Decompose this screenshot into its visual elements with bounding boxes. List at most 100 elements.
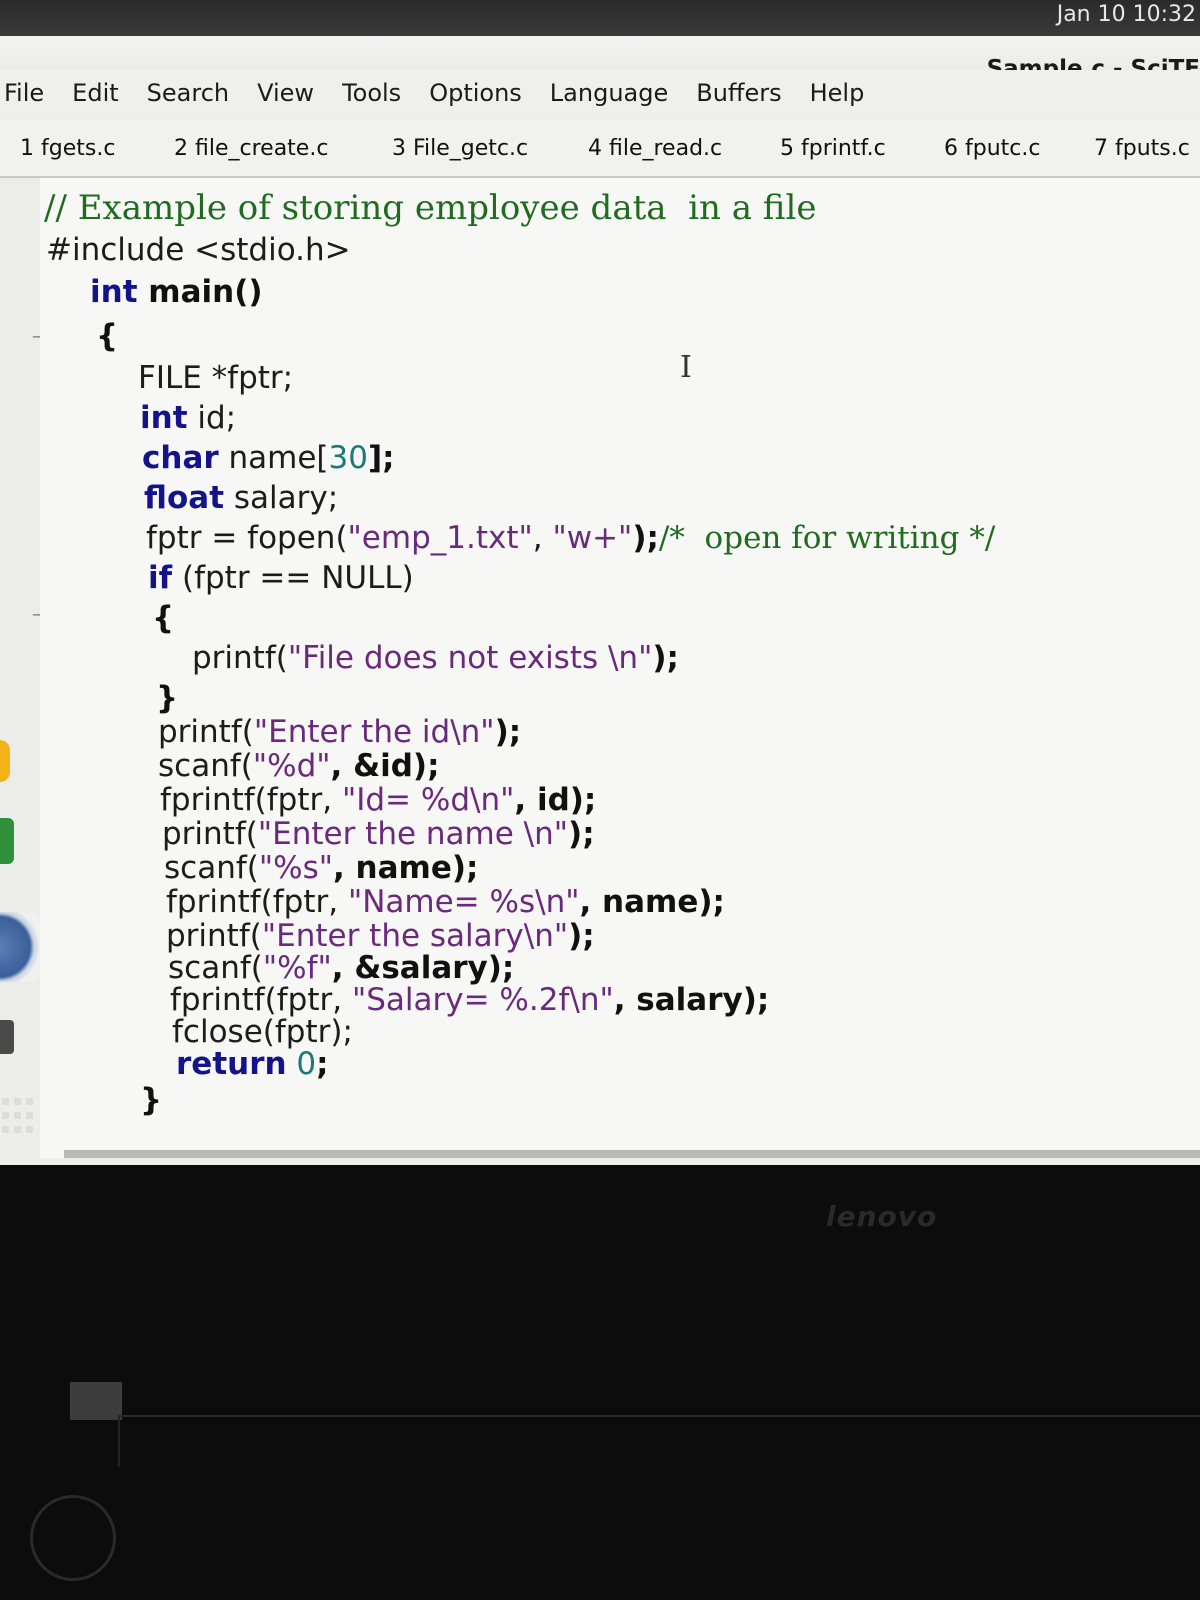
menu-language[interactable]: Language (538, 79, 680, 107)
code-text: , name); (579, 884, 725, 920)
menu-help[interactable]: Help (798, 79, 877, 107)
code-line-printf-name: printf("Enter the name \n"); (162, 816, 595, 852)
tab-fprintf[interactable]: 5 fprintf.c (780, 136, 944, 161)
code-text: , salary); (613, 982, 770, 1018)
menu-view[interactable]: View (245, 79, 326, 107)
trackpoint-ring (30, 1495, 116, 1581)
code-line-scanf-name: scanf("%s", name); (164, 850, 478, 886)
code-line-file-decl: FILE *fptr; (138, 360, 294, 396)
code-text: scanf( (168, 950, 263, 986)
system-top-bar: Jan 10 10:32 (0, 0, 1200, 36)
string-literal: "%s" (258, 850, 333, 886)
code-line-fprintf-salary: fprintf(fptr, "Salary= %.2f\n", salary); (170, 982, 769, 1018)
number-literal: 0 (286, 1046, 317, 1082)
string-literal: "File does not exists \n" (287, 640, 653, 676)
menu-file[interactable]: File (0, 79, 56, 107)
code-line-fclose: fclose(fptr); (172, 1014, 353, 1050)
code-line-main: int main() (90, 274, 263, 310)
menu-options[interactable]: Options (417, 79, 534, 107)
system-clock[interactable]: Jan 10 10:32 (1057, 2, 1196, 27)
keyword: if (148, 560, 173, 596)
keyword: return (176, 1046, 287, 1082)
number-literal: 30 (328, 440, 368, 476)
code-text: , (532, 520, 553, 556)
code-comment: /* open for writing */ (658, 520, 996, 556)
code-text: name[ (218, 440, 329, 476)
tab-file-create[interactable]: 2 file_create.c (174, 136, 392, 161)
code-line-include: #include <stdio.h> (46, 232, 351, 268)
code-line-fopen: fptr = fopen("emp_1.txt", "w+");/* open … (146, 520, 995, 556)
code-line-fprintf-id: fprintf(fptr, "Id= %d\n", id); (160, 782, 596, 818)
code-line-printf-error: printf("File does not exists \n"); (192, 640, 679, 676)
code-text: ); (652, 640, 679, 676)
keyword: char (142, 440, 219, 476)
code-line-brace: { (96, 318, 119, 354)
launcher-editor-icon[interactable] (0, 1020, 14, 1054)
code-line-scanf-id: scanf("%d", &id); (158, 748, 440, 784)
launcher-browser-icon[interactable] (0, 912, 40, 982)
code-text: salary; (224, 480, 339, 516)
launcher-app-icon[interactable] (0, 818, 14, 864)
string-literal: "emp_1.txt" (347, 520, 533, 556)
code-text: id; (187, 400, 237, 436)
code-text: fprintf(fptr, (166, 884, 348, 920)
code-text: printf( (166, 918, 262, 954)
code-text: scanf( (164, 850, 259, 886)
code-text: ]; (367, 440, 395, 476)
code-line-char-name: char name[30]; (142, 440, 395, 476)
code-line-scanf-salary: scanf("%f", &salary); (168, 950, 514, 986)
code-text: printf( (192, 640, 288, 676)
code-line-printf-salary: printf("Enter the salary\n"); (166, 918, 595, 954)
laptop-screen: Jan 10 10:32 Sample.c - SciTE File Edit … (0, 0, 1200, 1165)
code-line-float-salary: float salary; (144, 480, 338, 516)
code-text: fprintf(fptr, (170, 982, 352, 1018)
code-line-comment: // Example of storing employee data in a… (44, 188, 817, 228)
code-text: , &id); (330, 748, 440, 784)
code-text: ); (494, 714, 522, 750)
code-line-int-id: int id; (140, 400, 236, 436)
fold-marker[interactable]: – (32, 604, 41, 625)
code-text: fprintf(fptr, (160, 782, 342, 818)
horizontal-scrollbar[interactable] (64, 1150, 1200, 1158)
code-text: , &salary); (331, 950, 515, 986)
string-literal: "%d" (252, 748, 331, 784)
menu-edit[interactable]: Edit (60, 79, 130, 107)
keyword: float (144, 480, 225, 516)
code-text: ); (568, 816, 595, 852)
code-text: ); (632, 520, 659, 556)
keyword: int (140, 400, 188, 436)
code-text: ); (568, 918, 595, 954)
menu-search[interactable]: Search (135, 79, 241, 107)
launcher-files-icon[interactable] (0, 740, 10, 782)
tab-fputs[interactable]: 7 fputs.c (1094, 136, 1190, 161)
code-text: printf( (158, 714, 254, 750)
string-literal: "%f" (262, 950, 332, 986)
keyboard-key (70, 1382, 122, 1420)
string-literal: "Enter the name \n" (257, 816, 569, 852)
code-line-brace: { (152, 600, 175, 636)
menu-buffers[interactable]: Buffers (684, 79, 793, 107)
tab-fgets[interactable]: 1 fgets.c (20, 136, 174, 161)
code-text: main() (137, 274, 263, 310)
code-line-return: return 0; (176, 1046, 329, 1082)
menu-tools[interactable]: Tools (330, 79, 413, 107)
tab-file-read[interactable]: 4 file_read.c (588, 136, 780, 161)
buffer-tab-bar: 1 fgets.c 2 file_create.c 3 File_getc.c … (0, 120, 1200, 178)
laptop-brand-logo: lenovo (826, 1200, 938, 1233)
tab-fputc[interactable]: 6 fputc.c (944, 136, 1094, 161)
text-cursor-icon: I (680, 350, 692, 385)
string-literal: "Salary= %.2f\n" (351, 982, 614, 1018)
fold-margin[interactable]: – – (0, 178, 41, 1158)
code-text: ; (316, 1046, 329, 1082)
code-line-printf-id: printf("Enter the id\n"); (158, 714, 521, 750)
code-line-closing-brace: } (140, 1082, 163, 1118)
tab-file-getc[interactable]: 3 File_getc.c (392, 136, 588, 161)
fold-marker[interactable]: – (32, 326, 41, 347)
code-line-if: if (fptr == NULL) (148, 560, 414, 596)
code-line-brace: } (156, 680, 179, 716)
code-text: , id); (514, 782, 597, 818)
show-applications-icon[interactable] (0, 1094, 33, 1142)
code-text: fptr = fopen( (146, 520, 348, 556)
menu-bar: File Edit Search View Tools Options Lang… (0, 70, 1200, 116)
keyword: int (90, 274, 138, 310)
